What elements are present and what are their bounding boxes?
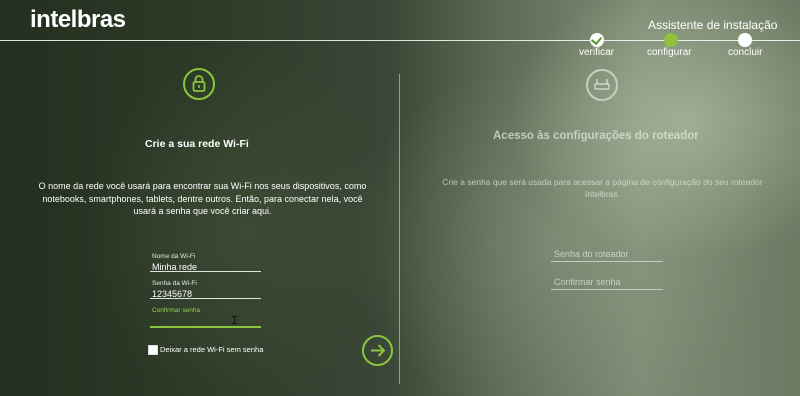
step-configure-label: configurar — [647, 47, 692, 58]
wifi-password-underline — [150, 298, 261, 299]
step-verify-indicator — [590, 33, 604, 47]
lock-icon — [183, 68, 215, 100]
router-confirm-password-input[interactable]: Confirmar senha — [554, 277, 621, 287]
wifi-confirm-password-label: Confirmar senha — [152, 307, 201, 314]
no-password-checkbox-label[interactable]: Deixar a rede Wi-Fi sem senha — [160, 345, 270, 355]
arrow-right-icon — [371, 344, 386, 357]
intelbras-logo: intelbras — [30, 6, 126, 33]
wifi-name-underline — [150, 271, 261, 272]
router-password-input[interactable]: Senha do roteador — [554, 249, 629, 259]
step-conclude-label: concluir — [728, 47, 763, 58]
wifi-name-label: Nome da Wi-Fi — [152, 253, 196, 260]
step-configure-indicator — [664, 33, 678, 47]
progress-line — [0, 40, 800, 41]
wifi-confirm-password-underline — [150, 326, 261, 328]
router-confirm-password-underline — [551, 289, 663, 290]
wizard-title: Assistente de instalação — [648, 18, 778, 32]
wifi-section-title: Crie a sua rede Wi-Fi — [145, 138, 249, 150]
wifi-confirm-password-input[interactable] — [152, 315, 261, 326]
router-section-description: Crie a senha que será usada para acessar… — [442, 177, 763, 199]
step-verify-label: verificar — [579, 47, 615, 58]
router-password-underline — [551, 261, 663, 262]
text-cursor — [232, 316, 237, 324]
wifi-password-label: Senha da Wi-Fi — [152, 280, 197, 287]
router-icon — [586, 69, 618, 101]
router-section-title: Acesso às configurações do roteador — [493, 130, 699, 142]
check-icon — [590, 33, 603, 46]
next-button[interactable] — [362, 335, 393, 366]
step-conclude-indicator — [738, 33, 752, 47]
panel-divider — [399, 74, 400, 384]
no-password-checkbox[interactable] — [148, 345, 158, 355]
wifi-section-description: O nome da rede você usará para encontrar… — [38, 181, 367, 216]
